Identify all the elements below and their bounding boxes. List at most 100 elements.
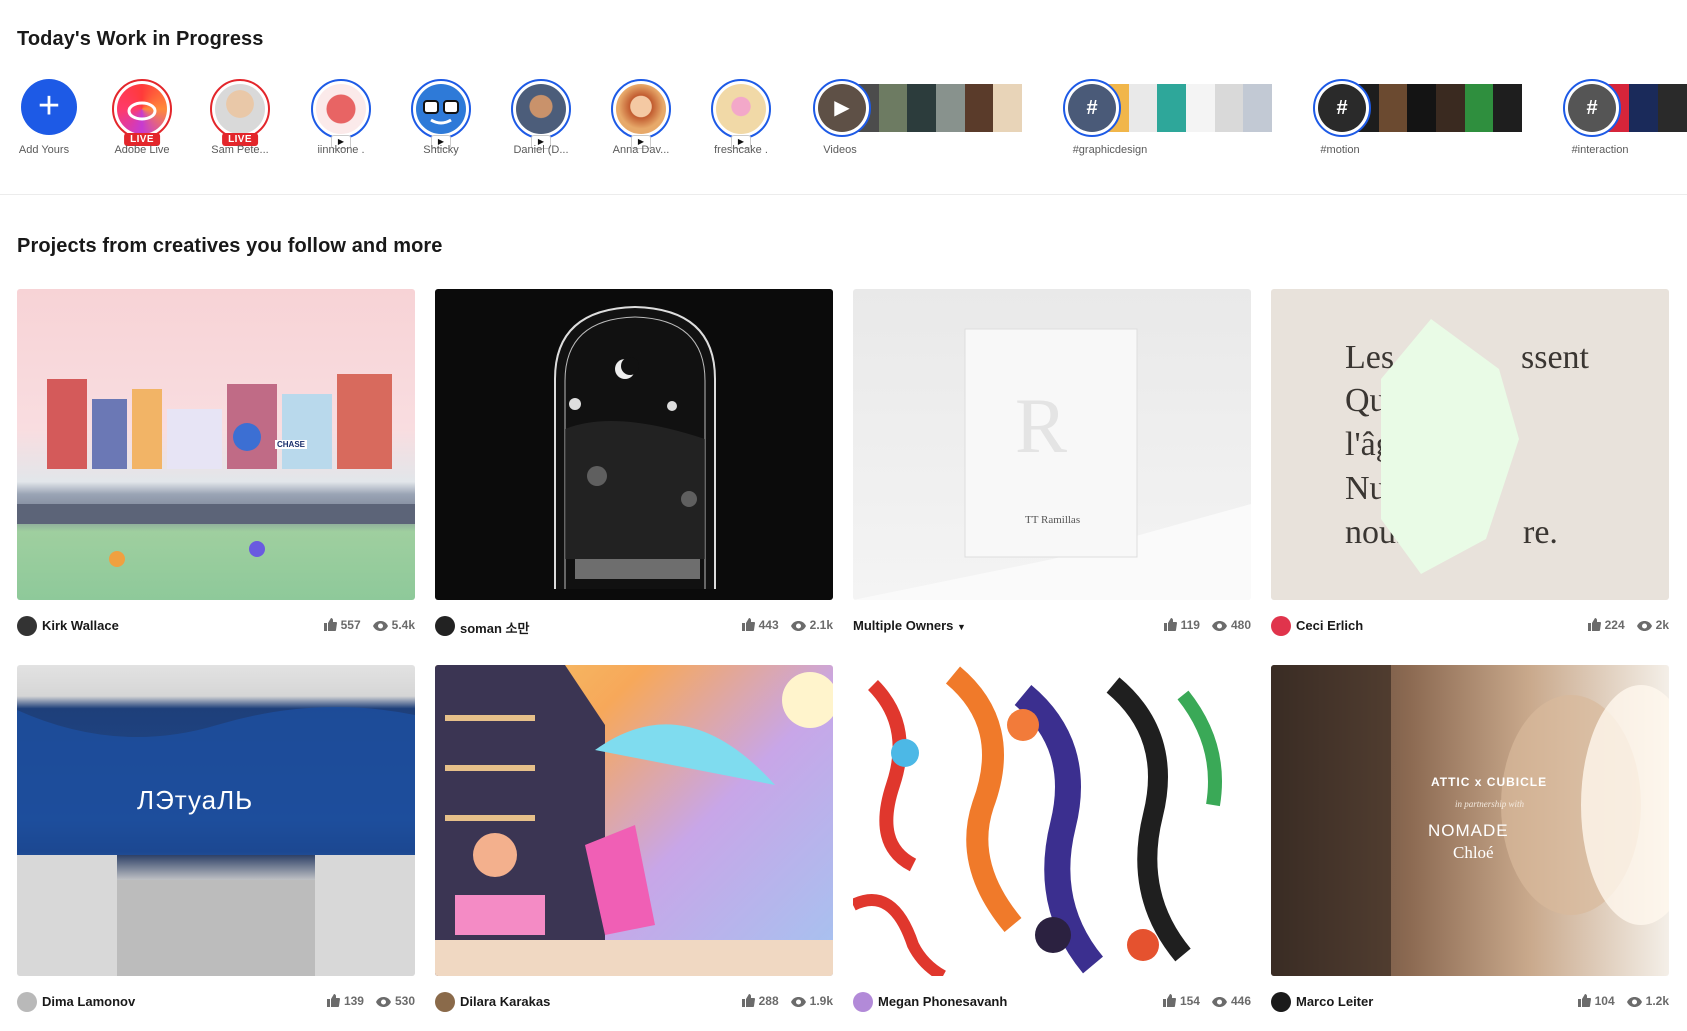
multiple-owners-dropdown[interactable]: Multiple Owners ▼ bbox=[853, 618, 966, 633]
story-label: iinnkone . bbox=[317, 144, 365, 156]
story-label: freshcake . bbox=[714, 144, 768, 156]
eye-icon bbox=[790, 620, 806, 634]
eye-icon bbox=[1211, 620, 1227, 634]
story-label: #interaction bbox=[1571, 144, 1629, 156]
avatar[interactable] bbox=[1271, 992, 1291, 1012]
thumbs-up-icon bbox=[1163, 618, 1177, 634]
cover-logo-text: ЛЭтуаЛЬ bbox=[137, 785, 254, 815]
cover-sign-text: CHASE bbox=[275, 440, 308, 449]
likes-count: 443 bbox=[758, 618, 779, 632]
owner-name[interactable]: Marco Leiter bbox=[1296, 994, 1373, 1009]
motion-thumbnail-strip bbox=[1350, 84, 1522, 132]
story-avatar[interactable]: # bbox=[1313, 79, 1371, 137]
page-section-title: Projects from creatives you follow and m… bbox=[17, 235, 443, 257]
wip-stories-row: + Add Yours LIVE Adobe Live LIVE Sam Pet… bbox=[0, 76, 1687, 166]
project-meta: Megan Phonesavanh 154 446 bbox=[853, 991, 1251, 1013]
owner-name: Multiple Owners bbox=[853, 618, 954, 633]
story-avatar[interactable]: ▶ bbox=[711, 79, 771, 149]
page-section-title: Today's Work in Progress bbox=[17, 28, 264, 50]
likes-count: 154 bbox=[1179, 994, 1200, 1008]
story-avatar[interactable]: ▶ bbox=[411, 79, 471, 149]
story-label: Daniel (D... bbox=[513, 144, 569, 156]
owner-name[interactable]: Kirk Wallace bbox=[42, 618, 119, 633]
project-cover[interactable]: ЛЭтуаЛЬ bbox=[17, 665, 415, 976]
eye-icon bbox=[375, 996, 391, 1010]
views-count: 5.4k bbox=[391, 618, 415, 632]
avatar[interactable] bbox=[17, 616, 37, 636]
cover-brand-text: ATTIC x CUBICLE bbox=[1431, 775, 1548, 789]
likes-count: 557 bbox=[340, 618, 361, 632]
project-cover[interactable]: R TT Ramillas bbox=[853, 289, 1251, 600]
story-label: #graphicdesign bbox=[1072, 144, 1148, 156]
project-cover[interactable]: CHASE bbox=[17, 289, 415, 600]
story-avatar[interactable]: ▶ bbox=[511, 79, 571, 149]
story-label: Sam Pete... bbox=[211, 144, 269, 156]
project-cover[interactable] bbox=[435, 289, 833, 600]
hashtag-icon: # bbox=[1568, 84, 1616, 132]
avatar[interactable] bbox=[435, 616, 455, 636]
story-avatar[interactable]: ▶ bbox=[611, 79, 671, 149]
project-meta: Marco Leiter 104 1.2k bbox=[1271, 991, 1669, 1013]
project-stats: 443 2.1k bbox=[741, 618, 833, 634]
story-avatar[interactable]: ▶ bbox=[311, 79, 371, 149]
story-label: Videos bbox=[823, 144, 857, 156]
story-label: Adobe Live bbox=[114, 144, 170, 156]
project-stats: 154 446 bbox=[1162, 994, 1251, 1010]
thumbs-up-icon bbox=[323, 618, 337, 634]
avatar bbox=[215, 84, 265, 134]
story-label: Anna Dav... bbox=[612, 144, 670, 156]
project-meta: Dima Lamonov 139 530 bbox=[17, 991, 415, 1013]
avatar[interactable] bbox=[17, 992, 37, 1012]
graphicdesign-thumbnail-strip bbox=[1100, 84, 1272, 132]
story-avatar[interactable]: # bbox=[1063, 79, 1121, 137]
views-count: 1.9k bbox=[809, 994, 833, 1008]
owner-name[interactable]: soman 소만 bbox=[460, 618, 529, 637]
cover-title: Chloé bbox=[1453, 843, 1494, 862]
project-cover[interactable] bbox=[435, 665, 833, 976]
thumbs-up-icon bbox=[741, 994, 755, 1010]
story-avatar[interactable]: LIVE bbox=[112, 79, 172, 146]
story-avatar[interactable]: ▶ bbox=[813, 79, 871, 137]
project-stats: 104 1.2k bbox=[1577, 994, 1669, 1010]
story-avatar[interactable]: # bbox=[1563, 79, 1621, 137]
likes-count: 139 bbox=[343, 994, 364, 1008]
owner-name[interactable]: Megan Phonesavanh bbox=[878, 994, 1007, 1009]
cover-letter: R bbox=[1015, 382, 1068, 469]
hashtag-icon: # bbox=[1318, 84, 1366, 132]
avatar bbox=[416, 84, 466, 134]
likes-count: 224 bbox=[1604, 618, 1625, 632]
caret-down-icon: ▼ bbox=[957, 622, 966, 632]
project-meta: Ceci Erlich 224 2k bbox=[1271, 615, 1669, 637]
project-stats: 139 530 bbox=[326, 994, 415, 1010]
avatar[interactable] bbox=[853, 992, 873, 1012]
project-cover[interactable]: ATTIC x CUBICLE in partnership with NOMA… bbox=[1271, 665, 1669, 976]
likes-count: 104 bbox=[1594, 994, 1615, 1008]
project-stats: 119 480 bbox=[1163, 618, 1251, 634]
cover-title: NOMADE bbox=[1428, 821, 1509, 840]
eye-icon bbox=[372, 620, 388, 634]
project-meta: Kirk Wallace 557 5.4k bbox=[17, 615, 415, 637]
avatar[interactable] bbox=[435, 992, 455, 1012]
thumbs-up-icon bbox=[1577, 994, 1591, 1010]
plus-icon[interactable]: + bbox=[21, 79, 77, 135]
owner-name[interactable]: Dima Lamonov bbox=[42, 994, 135, 1009]
eye-icon bbox=[790, 996, 806, 1010]
owner-name[interactable]: Dilara Karakas bbox=[460, 994, 550, 1009]
project-cover[interactable]: Les ssent Qu l'âg Nu nous re. bbox=[1271, 289, 1669, 600]
section-divider bbox=[0, 194, 1687, 195]
cover-subtitle: in partnership with bbox=[1455, 799, 1525, 809]
eye-icon bbox=[1636, 620, 1652, 634]
avatar bbox=[316, 84, 366, 134]
views-count: 446 bbox=[1230, 994, 1251, 1008]
owner-name[interactable]: Ceci Erlich bbox=[1296, 618, 1363, 633]
thumbs-up-icon bbox=[326, 994, 340, 1010]
views-count: 2.1k bbox=[809, 618, 833, 632]
views-count: 480 bbox=[1230, 618, 1251, 632]
project-meta: soman 소만 443 2.1k bbox=[435, 615, 833, 637]
avatar[interactable] bbox=[1271, 616, 1291, 636]
story-avatar[interactable]: LIVE bbox=[210, 79, 270, 146]
project-cover[interactable] bbox=[853, 665, 1251, 976]
avatar bbox=[616, 84, 666, 134]
likes-count: 119 bbox=[1180, 618, 1200, 632]
project-meta: Dilara Karakas 288 1.9k bbox=[435, 991, 833, 1013]
